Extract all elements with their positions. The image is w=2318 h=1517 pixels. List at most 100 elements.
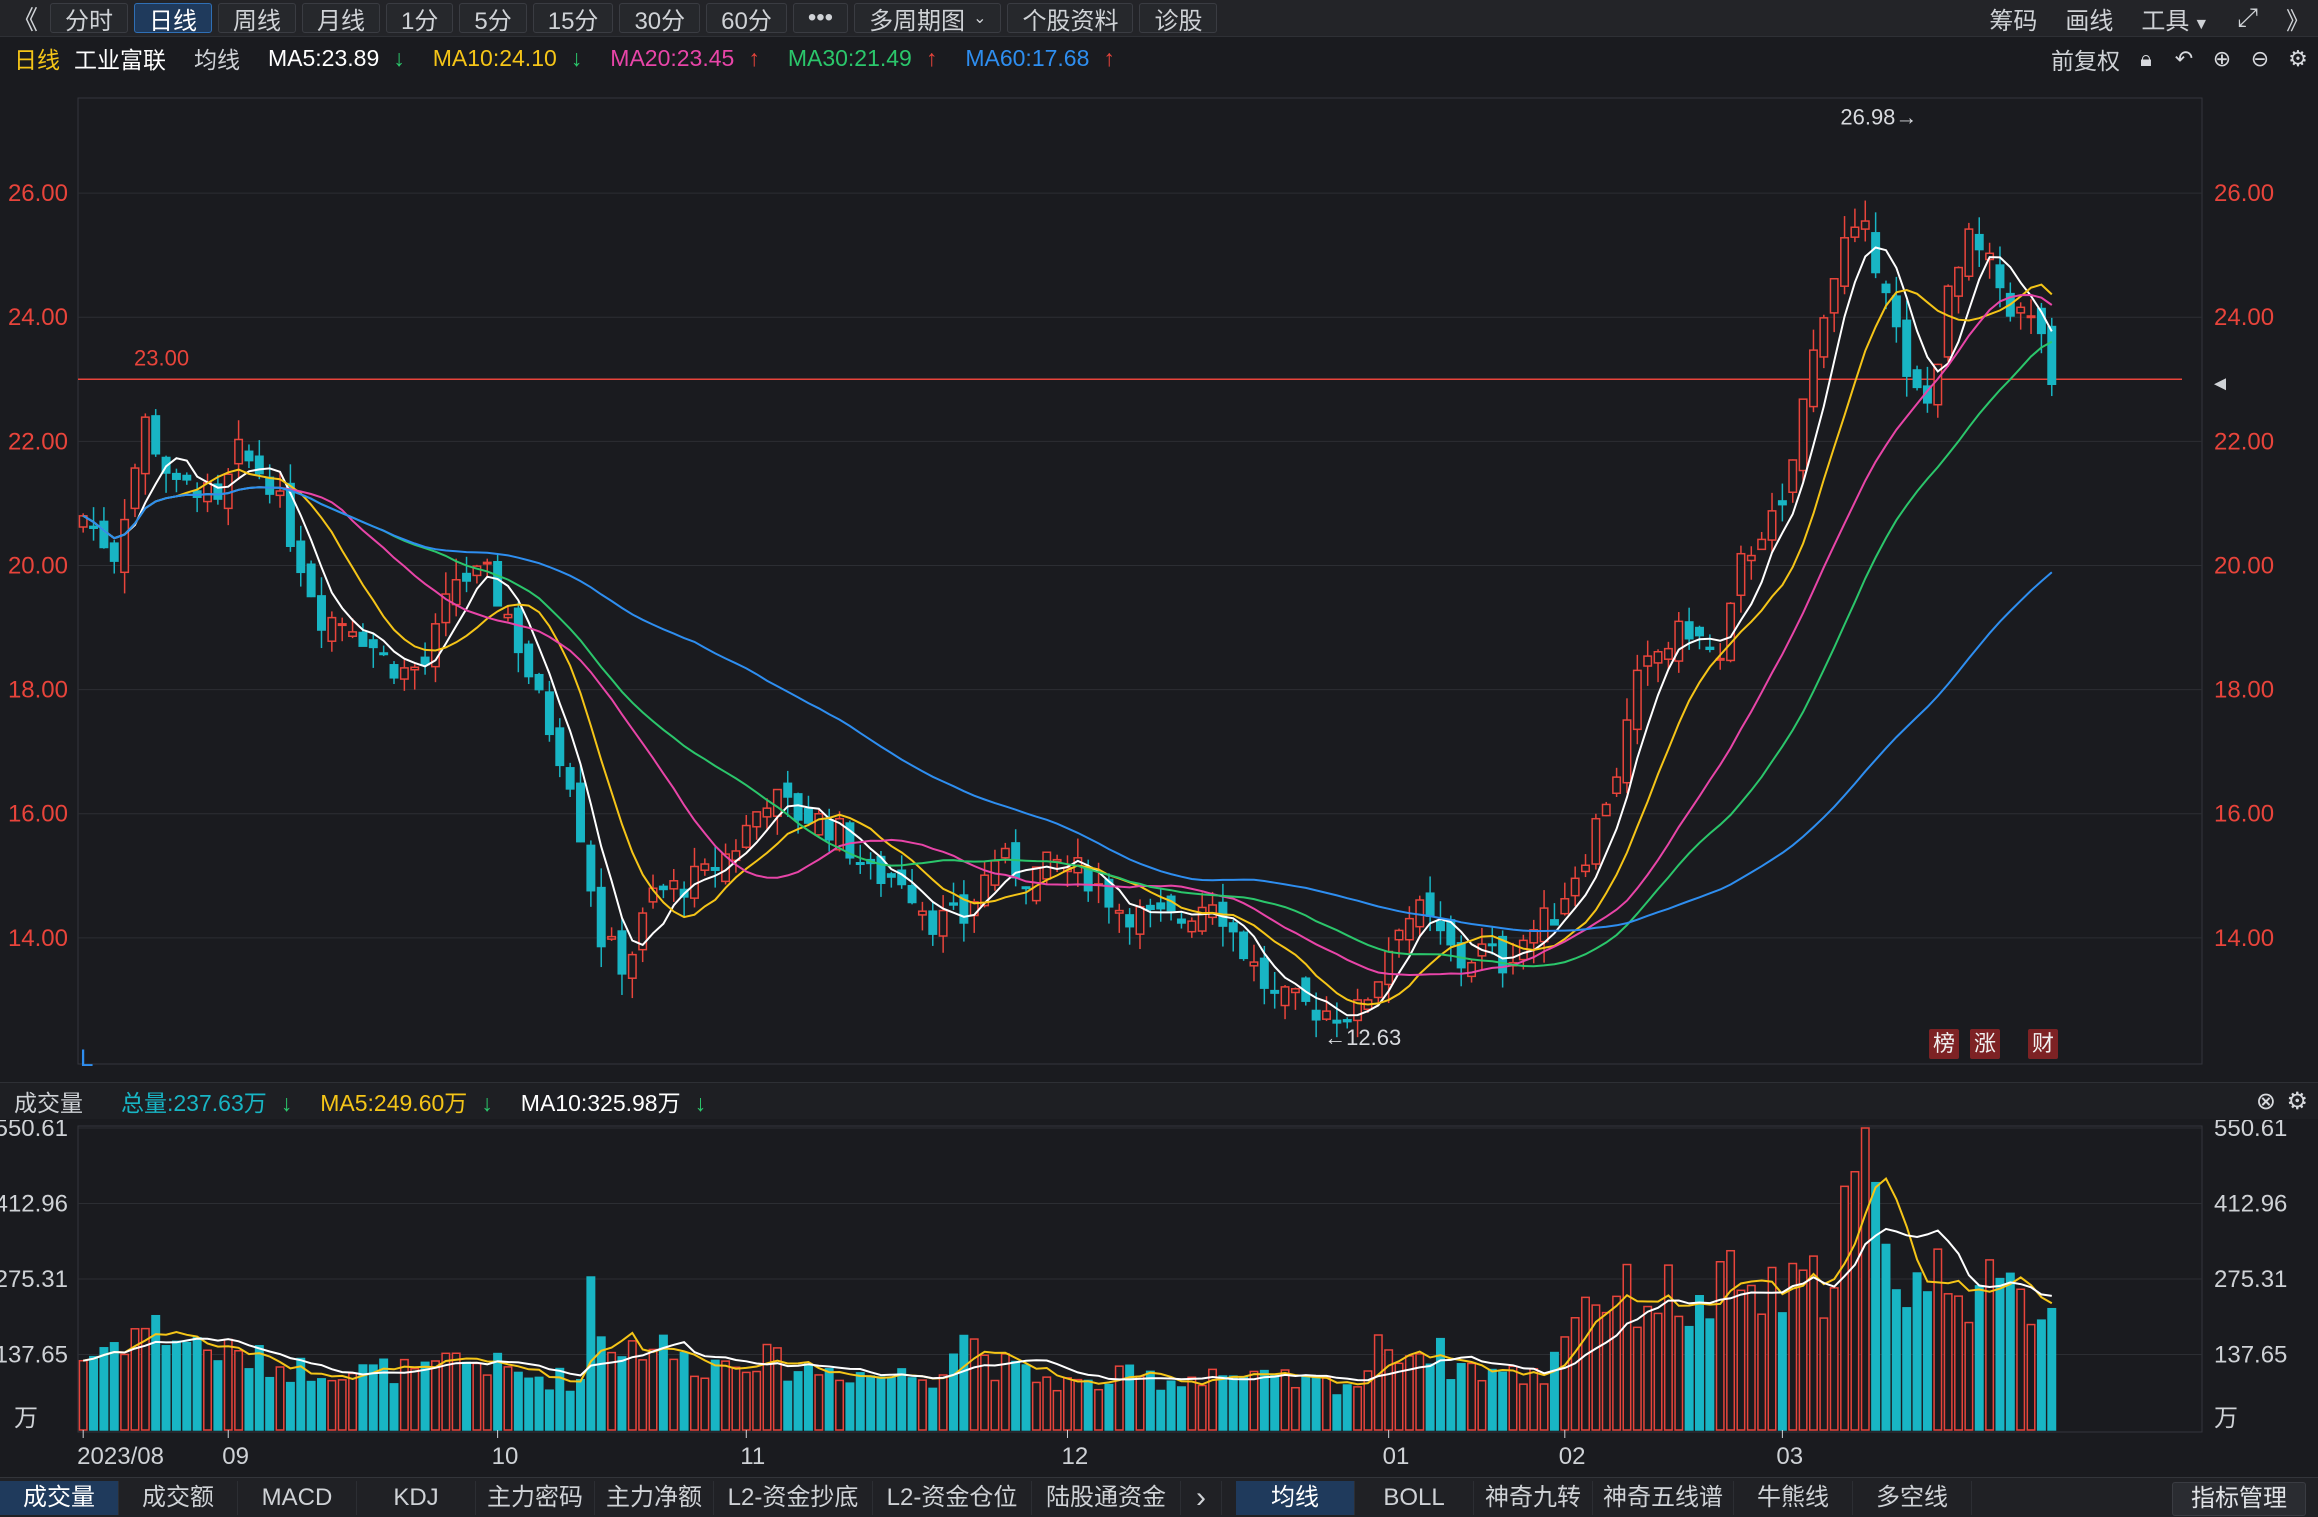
tab-l2-bottom[interactable]: L2-资金抄底: [714, 1480, 873, 1515]
volume-bar: [866, 1375, 876, 1431]
volume-bar: [171, 1340, 181, 1431]
period-tab-monthly[interactable]: 月线: [302, 3, 381, 35]
stock-info-button[interactable]: 个股资料: [1007, 3, 1134, 35]
tab-l2-position[interactable]: L2-资金仓位: [873, 1480, 1032, 1515]
candle-body: [2016, 306, 2026, 314]
tab-boll[interactable]: BOLL: [1355, 1480, 1474, 1515]
adjust-mode-label[interactable]: 前复权: [2051, 42, 2120, 76]
tab-kdj[interactable]: KDJ: [357, 1480, 476, 1515]
multi-period-dropdown[interactable]: 多周期图 ⌄: [854, 3, 1002, 35]
volume-bar: [1684, 1325, 1694, 1431]
volume-bar: [420, 1361, 430, 1431]
candle-body: [327, 616, 337, 642]
volume-tick-label-right: 275.31: [2214, 1266, 2287, 1293]
period-tab-weekly[interactable]: 周线: [218, 3, 297, 35]
more-periods-button[interactable]: •••: [792, 3, 849, 33]
candle-body: [1964, 228, 1974, 278]
lock-icon[interactable]: 🔒︎: [2134, 47, 2158, 71]
volume-bar: [1104, 1383, 1114, 1431]
tab-five-line[interactable]: 神奇五线谱: [1593, 1480, 1734, 1515]
gear-icon[interactable]: ⚙: [2286, 47, 2310, 71]
tab-northbound[interactable]: 陆股通资金: [1032, 1480, 1181, 1515]
tab-bull-bear[interactable]: 牛熊线: [1734, 1480, 1853, 1515]
ma10-line: [82, 283, 2053, 1006]
back-button[interactable]: 《: [6, 3, 44, 35]
tab-macd[interactable]: MACD: [238, 1480, 357, 1515]
volume-bar: [1404, 1355, 1414, 1431]
period-tab-daily[interactable]: 日线: [134, 3, 213, 35]
volume-bar: [938, 1374, 948, 1431]
volume-bar: [1902, 1307, 1912, 1431]
date-label: 02: [1559, 1443, 1586, 1470]
period-tab-30min[interactable]: 30分: [619, 3, 701, 35]
forward-button[interactable]: 》: [2286, 1, 2310, 36]
fullscreen-icon[interactable]: ⤢: [2237, 2, 2258, 34]
finance-tag[interactable]: 财: [2028, 1029, 2058, 1059]
chips-button[interactable]: 筹码: [1989, 1, 2037, 36]
tab-long-short[interactable]: 多空线: [1853, 1480, 1972, 1515]
volume-bar: [648, 1348, 658, 1431]
volume-bar: [1259, 1369, 1269, 1431]
volume-bar: [917, 1379, 927, 1431]
ma5-legend: MA5:23.89 ↓: [254, 45, 405, 72]
period-tab-1min[interactable]: 1分: [386, 3, 454, 35]
ranking-tag[interactable]: 榜: [1929, 1029, 1959, 1059]
tab-volume[interactable]: 成交量: [0, 1480, 119, 1515]
volume-bar: [1456, 1363, 1466, 1431]
tools-dropdown[interactable]: 工具 ▼: [2141, 1, 2209, 36]
limit-up-tag[interactable]: 涨: [1970, 1029, 2000, 1059]
diagnose-button[interactable]: 诊股: [1139, 3, 1218, 35]
volume-bar: [1218, 1375, 1228, 1431]
gear-icon[interactable]: ⚙: [2286, 1087, 2308, 1116]
period-tab-5min[interactable]: 5分: [459, 3, 527, 35]
candle-body: [171, 472, 181, 480]
price-tick-label-left: 26.00: [8, 180, 68, 207]
period-tab-60min[interactable]: 60分: [706, 3, 787, 35]
draw-line-button[interactable]: 画线: [2065, 1, 2113, 36]
indicator-management-button[interactable]: 指标管理: [2172, 1482, 2306, 1516]
more-tabs-button[interactable]: ›: [1181, 1480, 1222, 1515]
ma20-legend: MA20:23.45 ↑: [596, 45, 760, 72]
volume-bar: [1612, 1295, 1622, 1431]
volume-total-value: 总量:237.63万: [121, 1090, 267, 1116]
price-tick-label-left: 20.00: [8, 552, 68, 579]
volume-bar: [1145, 1370, 1155, 1431]
volume-unit-right: 万: [2214, 1405, 2238, 1432]
volume-bar: [244, 1368, 254, 1431]
ma-group-label[interactable]: 均线: [194, 41, 240, 75]
candle-body: [1819, 317, 1829, 358]
volume-bar: [337, 1379, 347, 1431]
candle-body: [368, 639, 378, 649]
volume-bar: [1021, 1364, 1031, 1431]
candle-body: [1850, 226, 1860, 238]
volume-bar: [327, 1379, 337, 1431]
tab-ma[interactable]: 均线: [1236, 1480, 1355, 1515]
candle-body: [1435, 920, 1445, 932]
volume-bar: [285, 1381, 295, 1431]
volume-bar: [710, 1359, 720, 1431]
tab-main-code[interactable]: 主力密码: [476, 1480, 595, 1515]
tab-main-net[interactable]: 主力净额: [595, 1480, 714, 1515]
volume-bar: [1715, 1260, 1725, 1431]
volume-bar: [897, 1368, 907, 1431]
undo-icon[interactable]: ↶: [2172, 47, 2196, 71]
price-chart[interactable]: 26.00 26.00 24.00 24.00 22.00 22.00 20.00 20.00…: [0, 80, 2318, 1080]
tab-nine-turn[interactable]: 神奇九转: [1474, 1480, 1593, 1515]
close-icon[interactable]: ⊗: [2256, 1087, 2276, 1116]
period-tab-intraday[interactable]: 分时: [50, 3, 129, 35]
zoom-out-icon[interactable]: ⊖: [2248, 47, 2272, 71]
zoom-in-icon[interactable]: ⊕: [2210, 47, 2234, 71]
candle-body: [1135, 906, 1145, 935]
candle-body: [1259, 957, 1269, 989]
candle-body: [1643, 655, 1653, 667]
price-tick-label-right: 16.00: [2214, 801, 2274, 828]
period-tab-15min[interactable]: 15分: [532, 3, 614, 35]
volume-bar: [161, 1345, 171, 1431]
volume-bar: [1322, 1377, 1331, 1431]
tab-turnover[interactable]: 成交额: [119, 1480, 238, 1515]
volume-bar: [306, 1380, 316, 1431]
volume-chart[interactable]: 550.61 550.61 412.96 412.96 275.31 275.31 137.…: [0, 1120, 2318, 1477]
volume-ma5: MA5:249.60万 ↓: [306, 1084, 493, 1118]
price-tick-label-left: 24.00: [8, 304, 68, 331]
candle-body: [855, 862, 865, 866]
